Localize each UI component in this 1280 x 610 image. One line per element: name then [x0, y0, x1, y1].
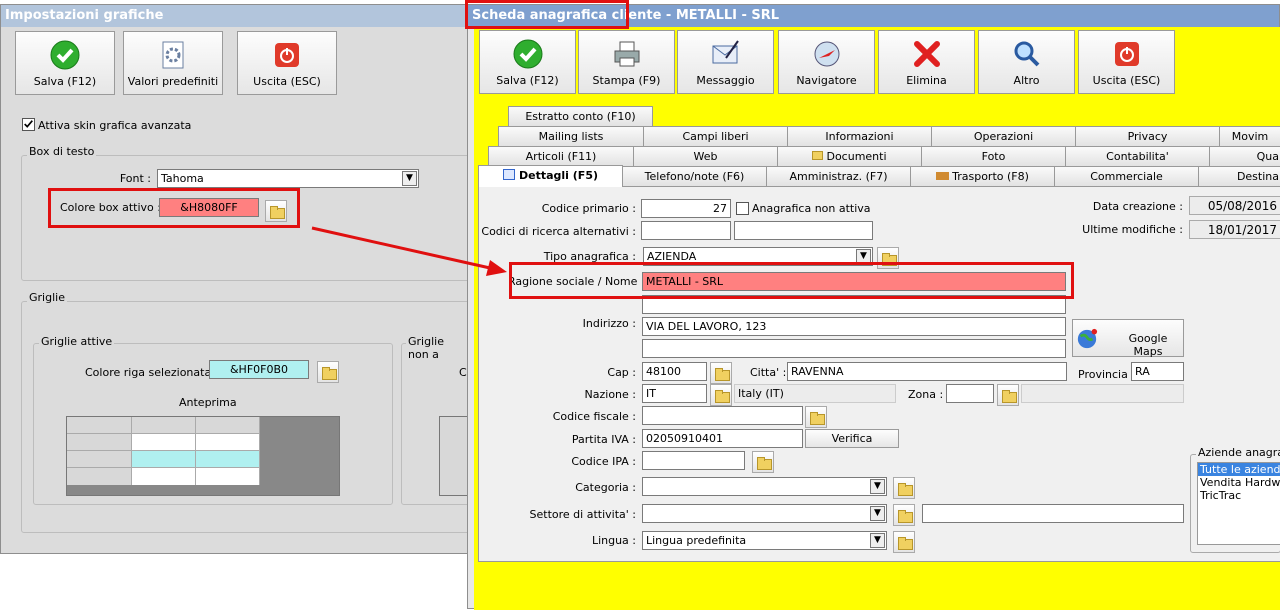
annotation-arrow: [311, 226, 507, 276]
tab-details-label: Dettagli (F5): [519, 169, 598, 182]
calendar-icon: [503, 169, 515, 180]
tab-details[interactable]: Dettagli (F5): [478, 165, 623, 187]
